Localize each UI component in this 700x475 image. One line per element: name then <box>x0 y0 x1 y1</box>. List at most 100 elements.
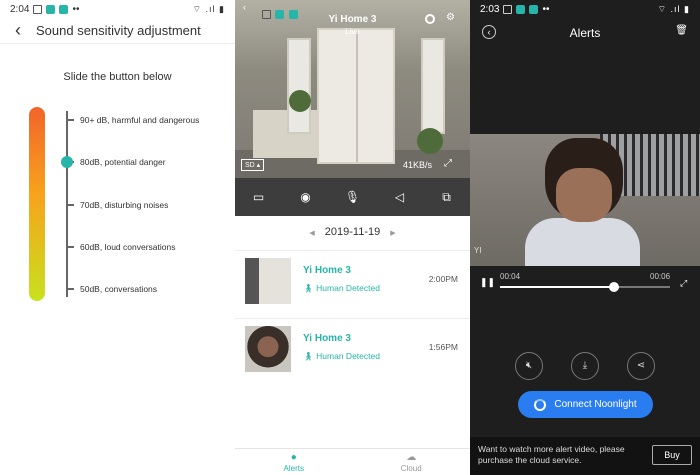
tick-60db <box>66 246 74 248</box>
alert-video[interactable] <box>470 134 700 266</box>
connect-noonlight-label: Connect Noonlight <box>554 399 637 410</box>
alert-playback-screen: 2:03 •• ⌔ .ıl ▮ ‹ Alerts 🗑︎ YI ❚❚ 00:04 … <box>470 0 700 475</box>
status-bar: 2:04 •• ⌔ .ıl ▮ <box>0 0 235 18</box>
buy-button[interactable]: Buy <box>652 445 692 465</box>
app-notification-icon-2 <box>59 4 69 14</box>
tick-90db <box>66 119 74 121</box>
fullscreen-icon[interactable]: ⤢ <box>680 278 687 289</box>
cloud-promo-banner: Want to watch more alert video, please p… <box>470 437 700 475</box>
end-time: 00:06 <box>650 272 671 281</box>
pause-icon[interactable]: ❚❚ <box>480 277 495 288</box>
alert-type: 🚶︎ Human Detected <box>303 283 380 294</box>
app-notification-icon <box>516 4 526 14</box>
video-plant <box>289 90 311 112</box>
progress-slider[interactable] <box>500 282 670 292</box>
page-title: Alerts <box>569 26 601 40</box>
level-label[interactable]: 50dB, conversations <box>80 284 157 294</box>
status-extra: •• <box>542 3 550 15</box>
person-walking-icon: 🚶︎ <box>303 283 314 293</box>
app-bar: ‹ Alerts 🗑︎ <box>470 22 700 44</box>
date-label: 2019-11-19 <box>324 226 381 238</box>
back-arrow-icon[interactable]: ‹ <box>243 2 246 12</box>
next-date-icon[interactable]: ▶ <box>390 230 395 237</box>
mute-icon[interactable]: 🔇︎ <box>515 352 543 380</box>
tab-cloud[interactable]: ☁ Cloud <box>353 449 471 475</box>
progress-knob[interactable] <box>608 282 619 292</box>
video-window-left <box>287 38 311 134</box>
fullscreen-icon[interactable]: ⤢ <box>444 158 452 169</box>
status-bar: 2:03 •• ⌔ .ıl ▮ <box>470 0 700 18</box>
resolution-selector[interactable]: SD ▴ <box>241 159 265 171</box>
alert-time: 2:00PM <box>428 274 458 284</box>
status-signal-icons: ⌔ .ıl ▮ <box>657 3 690 14</box>
video-person-body <box>525 218 640 266</box>
tab-alerts-label: Alerts <box>283 464 304 473</box>
video-person-face <box>556 168 612 222</box>
app-bar: ‹ Sound sensitivity adjustment <box>0 18 235 44</box>
alert-icon: ● <box>290 452 297 463</box>
mute-icon[interactable]: ◁ <box>390 190 410 204</box>
tick-50db <box>66 288 74 290</box>
record-icon[interactable]: ▭ <box>249 190 269 204</box>
alert-camera-name: Yi Home 3 <box>303 333 351 344</box>
yi-watermark: YI <box>474 246 482 255</box>
camera-title: Yi Home 3 <box>328 14 377 25</box>
status-extra: •• <box>72 3 80 15</box>
bitrate-readout: 41KB/s <box>403 160 433 170</box>
alert-time: 1:56PM <box>428 342 458 352</box>
status-time: 2:04 <box>10 3 30 15</box>
slider-knob[interactable] <box>61 156 73 168</box>
sensitivity-gradient-bar <box>29 107 45 301</box>
prev-date-icon[interactable]: ◀ <box>309 230 314 237</box>
camera-home-screen: ‹ ⚙ Yi Home 3 Live SD ▴ 41KB/s ⤢ ▭ ◉ 🎙 ◁… <box>235 0 470 475</box>
alert-type-label: Human Detected <box>316 351 380 361</box>
snapshot-icon[interactable]: ◉ <box>296 190 316 204</box>
current-time: 00:04 <box>500 272 521 281</box>
level-label[interactable]: 70dB, disturbing noises <box>80 200 168 210</box>
tab-cloud-label: Cloud <box>400 464 422 473</box>
connect-noonlight-button[interactable]: Connect Noonlight <box>518 391 653 418</box>
level-label[interactable]: 80dB, potential danger <box>80 157 166 167</box>
live-label: Live <box>345 27 360 36</box>
alert-list-item[interactable]: Yi Home 3 🚶︎ Human Detected 2:00PM <box>235 250 470 310</box>
sound-sensitivity-screen: 2:04 •• ⌔ .ıl ▮ ‹ Sound sensitivity adju… <box>0 0 235 475</box>
video-window-right <box>421 38 445 134</box>
bottom-tab-bar: ● Alerts ☁ Cloud <box>235 448 470 475</box>
tick-70db <box>66 204 74 206</box>
alert-camera-name: Yi Home 3 <box>303 265 351 276</box>
tab-alerts[interactable]: ● Alerts <box>235 449 353 475</box>
status-signal-icons: ⌔ .ıl ▮ <box>192 3 225 14</box>
screen-icon[interactable]: ⧉ <box>437 190 457 205</box>
back-arrow-icon[interactable]: ‹ <box>482 25 496 39</box>
alert-thumbnail <box>245 326 291 372</box>
noonlight-icon <box>534 398 547 411</box>
page-title: Sound sensitivity adjustment <box>36 23 201 38</box>
app-notification-icon-2 <box>529 4 539 14</box>
video-plant-2 <box>417 128 443 154</box>
alert-type: 🚶︎ Human Detected <box>303 351 380 362</box>
instruction-text: Slide the button below <box>63 71 172 83</box>
video-door <box>317 28 395 164</box>
level-label[interactable]: 60dB, loud conversations <box>80 242 175 252</box>
image-notification-icon <box>33 4 43 14</box>
microphone-icon[interactable]: 🎙 <box>343 190 363 204</box>
alert-list-item[interactable]: Yi Home 3 🚶︎ Human Detected 1:56PM <box>235 318 470 378</box>
video-player-bar: ❚❚ 00:04 00:06 ⤢ <box>470 266 700 296</box>
progress-fill <box>500 286 614 288</box>
promo-text: Want to watch more alert video, please p… <box>478 444 625 465</box>
alert-type-label: Human Detected <box>316 283 380 293</box>
image-notification-icon <box>503 4 513 14</box>
camera-controls: ▭ ◉ 🎙 ◁ ⧉ <box>235 178 470 216</box>
app-notification-icon <box>46 4 56 14</box>
alert-thumbnail <box>245 258 291 304</box>
person-walking-icon: 🚶︎ <box>303 351 314 361</box>
live-video-feed[interactable]: ‹ ⚙ Yi Home 3 Live SD ▴ 41KB/s ⤢ <box>235 0 470 178</box>
level-label[interactable]: 90+ dB, harmful and dangerous <box>80 115 199 125</box>
date-selector[interactable]: ◀ 2019-11-19 ▶ <box>235 226 470 238</box>
cloud-icon: ☁ <box>406 452 417 463</box>
share-icon[interactable]: ⋖ <box>627 352 655 380</box>
back-arrow-icon[interactable]: ‹ <box>0 20 36 41</box>
status-time: 2:03 <box>480 3 500 15</box>
trash-icon[interactable]: 🗑︎ <box>675 25 688 36</box>
download-icon[interactable]: ⤓ <box>571 352 599 380</box>
